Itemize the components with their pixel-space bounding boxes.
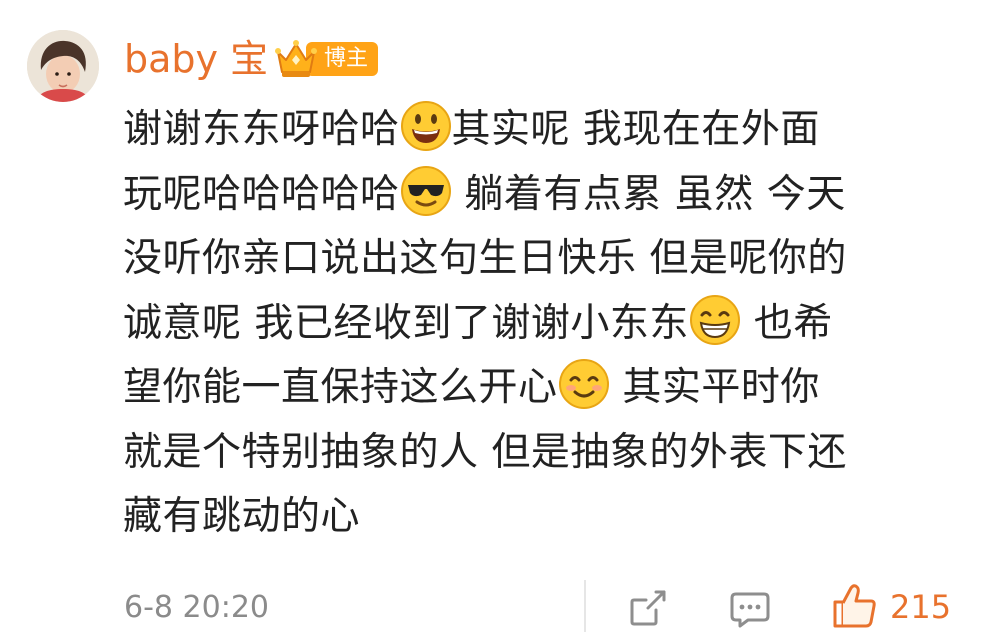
blogger-badge: 博主 [274,38,379,80]
comment-text-segment: 玩呢哈哈哈哈哈 [123,171,400,217]
thumbs-up-icon[interactable] [830,582,878,630]
divider [584,580,586,632]
crown-icon [275,40,317,77]
like-count: 215 [890,588,952,626]
comment-text-segment: 也希 [740,300,833,346]
comment-line: 没听你亲口说出这句生日快乐 但是呢你的 [123,227,963,292]
smiley-face-emoji-icon [400,101,451,151]
comment-text-segment: 没听你亲口说出这句生日快乐 但是呢你的 [123,236,847,281]
comment-footer: 6-8 20:20 215 [0,580,995,636]
comment-icon[interactable] [728,586,772,630]
timestamp: 6-8 20:20 [124,590,269,625]
comment-text: 谢谢东东呀哈哈 其实呢 我现在在外面玩呢哈哈哈哈哈 躺着有点累 虽然 今天没听你亲… [123,98,963,550]
comment-card: baby 宝 博主 谢谢东东呀哈哈 其实呢 我现在在外面玩呢哈哈哈哈哈 躺着有点累… [0,0,995,641]
comment-line: 望你能一直保持这么开心 其实平时你 [123,356,963,421]
comment-line: 谢谢东东呀哈哈 其实呢 我现在在外面 [123,98,963,163]
comment-line: 诚意呢 我已经收到了谢谢小东东 也希 [123,292,963,357]
avatar-image [27,30,99,102]
smiling-face-emoji-icon [558,359,609,409]
share-icon[interactable] [626,586,670,630]
comment-text-segment: 望你能一直保持这么开心 [123,365,558,410]
comment-text-segment: 就是个特别抽象的人 但是抽象的外表下还 [123,429,847,475]
sunglasses-face-emoji-icon [400,165,451,216]
comment-text-segment: 藏有跳动的心 [123,494,361,539]
username[interactable]: baby 宝 [124,36,268,82]
comment-text-segment: 谢谢东东呀哈哈 [123,107,400,152]
comment-text-segment: 躺着有点累 虽然 今天 [451,171,846,217]
grinning-face-emoji-icon [689,294,740,345]
comment-text-segment: 诚意呢 我已经收到了谢谢小东东 [123,300,689,346]
comment-line: 藏有跳动的心 [123,485,963,550]
comment-line: 玩呢哈哈哈哈哈 躺着有点累 虽然 今天 [123,163,963,228]
avatar[interactable] [27,30,99,102]
comment-text-segment: 其实呢 我现在在外面 [451,107,820,152]
comment-text-segment: 其实平时你 [609,365,820,410]
comment-line: 就是个特别抽象的人 但是抽象的外表下还 [123,421,963,486]
